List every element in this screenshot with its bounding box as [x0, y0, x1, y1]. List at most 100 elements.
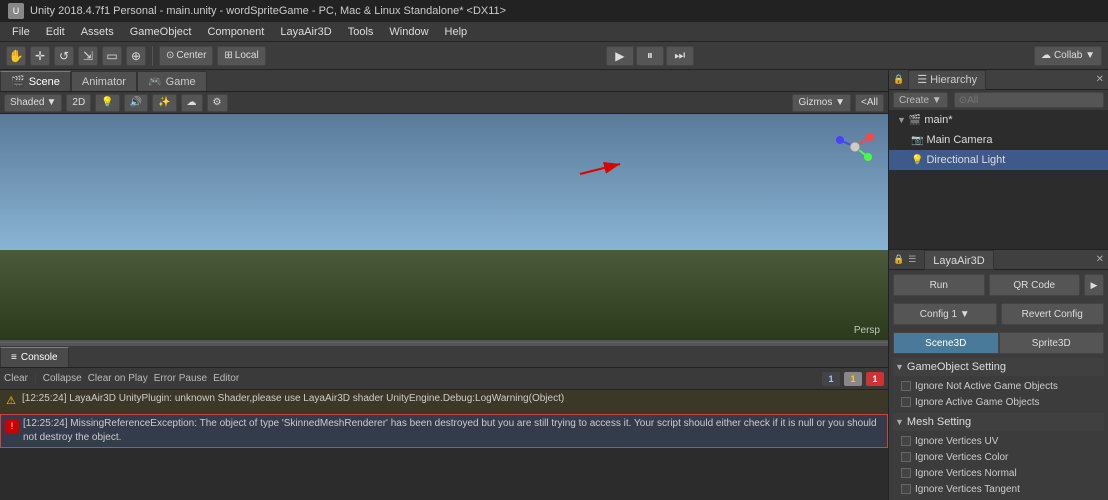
- ignore-uv-cb[interactable]: [901, 436, 911, 446]
- ignore-tangent-row: Ignore Vertices Tangent: [893, 481, 1104, 497]
- center-icon: ⊙: [166, 50, 174, 61]
- console-editor-btn[interactable]: Editor: [213, 373, 239, 384]
- shaded-label: Shaded: [10, 97, 44, 108]
- run-button[interactable]: Run: [893, 274, 985, 296]
- warn-icon: ⚠: [4, 394, 18, 408]
- console-row-warn[interactable]: ⚠ [12:25:24] LayaAir3D UnityPlugin: unkn…: [0, 390, 888, 414]
- hierarchy-create-btn[interactable]: Create ▼: [893, 92, 948, 108]
- ignore-normal-cb[interactable]: [901, 468, 911, 478]
- scene-viewport[interactable]: Persp: [0, 114, 888, 340]
- menu-help[interactable]: Help: [437, 22, 476, 42]
- tab-animator[interactable]: Animator: [71, 71, 137, 91]
- console-panel: ≡ Console Clear | Collapse Clear on Play…: [0, 340, 888, 500]
- ignore-uv-label: Ignore Vertices UV: [915, 436, 998, 447]
- hierarchy-search-input[interactable]: [954, 92, 1104, 108]
- menu-component[interactable]: Component: [199, 22, 272, 42]
- badge-warn: 1: [844, 372, 862, 386]
- local-button[interactable]: ⊞ Local: [217, 46, 265, 66]
- camera-icon: 📷: [911, 135, 923, 146]
- hier-light-label: Directional Light: [926, 154, 1005, 166]
- tool-rotate[interactable]: ↺: [54, 46, 74, 66]
- sprite3d-tab[interactable]: Sprite3D: [999, 332, 1105, 354]
- console-content: ⚠ [12:25:24] LayaAir3D UnityPlugin: unkn…: [0, 390, 888, 500]
- inspector-tab[interactable]: LayaAir3D: [924, 250, 993, 270]
- hierarchy-content: ▼ 🎬 main* 📷 Main Camera 💡 Directional Li…: [889, 110, 1108, 249]
- left-panel: 🎬 Scene Animator 🎮 Game Shaded ▼ 2D 💡 🔊 …: [0, 70, 888, 500]
- ignore-not-active-row: Ignore Not Active Game Objects: [893, 378, 1104, 394]
- console-warn-text: [12:25:24] LayaAir3D UnityPlugin: unknow…: [22, 392, 564, 406]
- more-button[interactable]: ▶: [1084, 274, 1104, 296]
- view-tab-bar: 🎬 Scene Animator 🎮 Game: [0, 70, 888, 92]
- console-tab-label: Console: [21, 348, 58, 368]
- menu-file[interactable]: File: [4, 22, 38, 42]
- config1-button[interactable]: Config 1 ▼: [893, 303, 997, 325]
- hier-row-light[interactable]: 💡 Directional Light: [889, 150, 1108, 170]
- mesh-section-label: Mesh Setting: [907, 416, 971, 428]
- console-clear-btn[interactable]: Clear: [4, 373, 28, 384]
- hierarchy-close-icon[interactable]: ✕: [1096, 74, 1104, 85]
- scene-audio-btn[interactable]: 🔊: [124, 94, 148, 112]
- all-dropdown[interactable]: <All: [855, 94, 884, 112]
- tool-move[interactable]: ✛: [30, 46, 50, 66]
- console-clear-on-play-btn[interactable]: Clear on Play: [88, 373, 148, 384]
- menu-edit[interactable]: Edit: [38, 22, 73, 42]
- center-button[interactable]: ⊙ Center: [159, 46, 213, 66]
- scene-fx-btn[interactable]: ✨: [152, 94, 176, 112]
- hier-main-label: main*: [924, 114, 952, 126]
- center-label: Center: [176, 50, 206, 61]
- menu-layaair3d[interactable]: LayaAir3D: [272, 22, 339, 42]
- mesh-section-header[interactable]: ▼ Mesh Setting: [893, 413, 1104, 431]
- shaded-dropdown[interactable]: Shaded ▼: [4, 94, 62, 112]
- ignore-not-active-cb[interactable]: [901, 381, 911, 391]
- scene-lights-btn[interactable]: 💡: [95, 94, 119, 112]
- tool-scale[interactable]: ⇲: [78, 46, 98, 66]
- tab-console[interactable]: ≡ Console: [0, 347, 69, 367]
- menu-gameobject[interactable]: GameObject: [122, 22, 200, 42]
- tab-scene[interactable]: 🎬 Scene: [0, 71, 71, 91]
- animator-tab-label: Animator: [82, 72, 126, 92]
- collab-button[interactable]: ☁ Collab ▼: [1034, 46, 1102, 66]
- pause-button[interactable]: ⏸: [636, 46, 664, 66]
- scene3d-tab[interactable]: Scene3D: [893, 332, 999, 354]
- revert-button[interactable]: Revert Config: [1001, 303, 1105, 325]
- hierarchy-tab[interactable]: ☰ Hierarchy: [908, 70, 986, 90]
- inspector-close-icon[interactable]: ✕: [1096, 254, 1104, 265]
- hier-row-main[interactable]: ▼ 🎬 main*: [889, 110, 1108, 130]
- tool-hand[interactable]: ✋: [6, 46, 26, 66]
- hier-row-camera[interactable]: 📷 Main Camera: [889, 130, 1108, 150]
- hierarchy-tab-icon: ☰: [917, 70, 927, 90]
- gizmos-dropdown[interactable]: Gizmos ▼: [792, 94, 851, 112]
- ignore-not-active-label: Ignore Not Active Game Objects: [915, 381, 1058, 392]
- inspector-lock-icon: 🔒: [893, 254, 904, 265]
- play-controls: ▶ ⏸ ⏭: [606, 46, 694, 66]
- console-collapse-btn[interactable]: Collapse: [43, 373, 82, 384]
- 2d-button[interactable]: 2D: [66, 94, 91, 112]
- 2d-label: 2D: [72, 97, 85, 108]
- scene-sky-btn[interactable]: ☁: [181, 94, 203, 112]
- menu-assets[interactable]: Assets: [73, 22, 122, 42]
- inspector-header: 🔒 ☰ LayaAir3D ✕: [889, 250, 1108, 270]
- menu-window[interactable]: Window: [381, 22, 436, 42]
- ignore-active-cb[interactable]: [901, 397, 911, 407]
- tool-multi[interactable]: ⊕: [126, 46, 146, 66]
- scene-gizmo: [830, 122, 880, 172]
- ignore-color-cb[interactable]: [901, 452, 911, 462]
- collab-icon: ☁: [1041, 50, 1051, 61]
- step-button[interactable]: ⏭: [666, 46, 694, 66]
- scene-anim-btn[interactable]: ⚙: [207, 94, 228, 112]
- console-error-pause-btn[interactable]: Error Pause: [154, 373, 207, 384]
- play-button[interactable]: ▶: [606, 46, 634, 66]
- gizmo-svg: [830, 122, 880, 172]
- menu-tools[interactable]: Tools: [340, 22, 382, 42]
- local-label: Local: [235, 50, 259, 61]
- qrcode-button[interactable]: QR Code: [989, 274, 1081, 296]
- ignore-color-label: Ignore Vertices Color: [915, 452, 1008, 463]
- tab-game[interactable]: 🎮 Game: [137, 71, 207, 91]
- console-row-error[interactable]: ! [12:25:24] MissingReferenceException: …: [0, 414, 888, 448]
- gameobject-section-arrow: ▼: [895, 362, 904, 372]
- expand-arrow-main: ▼: [897, 115, 906, 125]
- tool-rect[interactable]: ▭: [102, 46, 122, 66]
- ignore-tangent-cb[interactable]: [901, 484, 911, 494]
- hierarchy-tab-bar: 🔒 ☰ Hierarchy ✕: [889, 70, 1108, 90]
- gameobject-section-header[interactable]: ▼ GameObject Setting: [893, 358, 1104, 376]
